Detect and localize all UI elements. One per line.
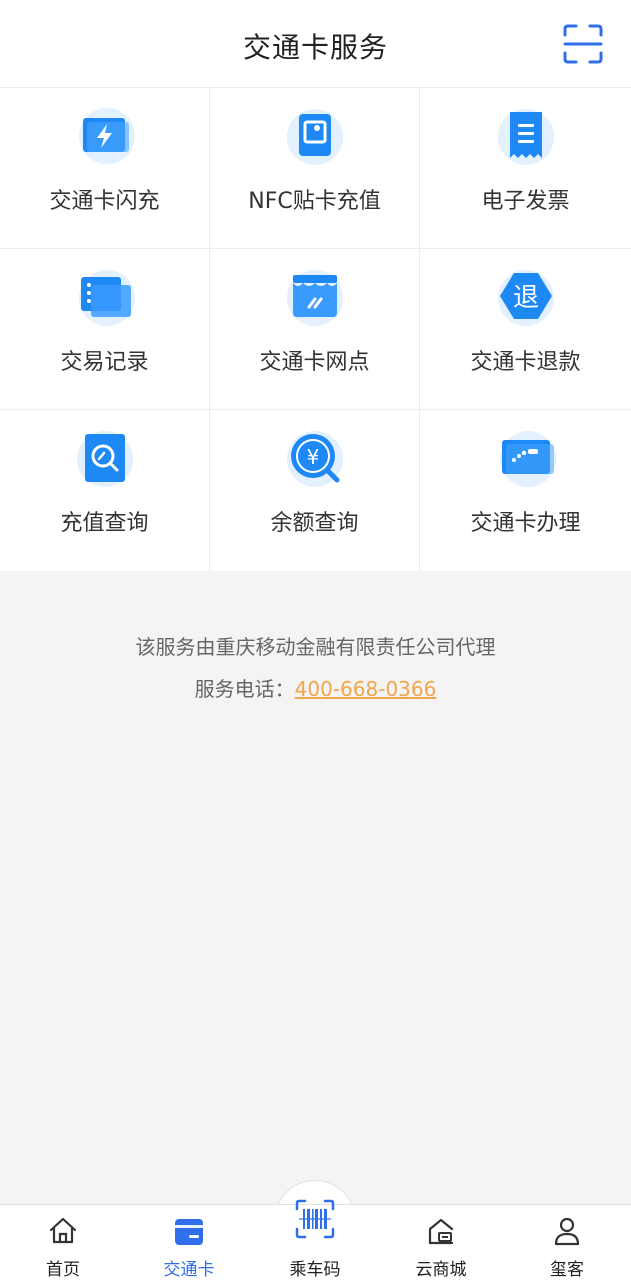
service-balance-query[interactable]: ¥ 余额查询 [210,410,420,571]
agent-text: 该服务由重庆移动金融有限责任公司代理 [135,635,496,659]
service-label: 交通卡退款 [470,350,581,375]
shop-icon [428,1218,454,1245]
bottom-tab-bar: 首页 交通卡 乘车码 云商城 玺客 [0,1199,631,1280]
store-icon [286,270,343,326]
service-label: NFC贴卡充值 [248,189,381,214]
user-icon [554,1217,580,1246]
service-transaction-record[interactable]: 交易记录 [0,249,210,410]
service-phone-line: 服务电话：400-668-0366 [0,668,631,710]
service-card-refund[interactable]: 退 交通卡退款 [420,249,631,410]
home-icon [49,1217,77,1244]
service-label: 交易记录 [60,350,149,375]
header: 交通卡服务 [0,0,631,88]
tab-home[interactable]: 首页 [13,1205,113,1280]
tab-label: 交通卡 [163,1260,215,1280]
search-document-icon [76,431,133,487]
tab-ride-code[interactable]: 乘车码 [265,1199,365,1280]
service-grid: 交通卡闪充 NFC贴卡充值 电子发票 交易记录 交通卡网点 退 交通卡退款 充值… [0,88,631,571]
service-e-invoice[interactable]: 电子发票 [420,88,631,249]
scan-icon[interactable] [562,23,604,65]
tab-cloud-mall[interactable]: 云商城 [391,1205,491,1280]
page-title: 交通卡服务 [242,31,388,64]
service-label: 交通卡闪充 [49,189,160,214]
refund-icon: 退 [497,270,554,326]
service-label: 充值查询 [60,511,149,536]
phone-label: 服务电话： [194,677,295,701]
service-label: 交通卡网点 [259,350,370,375]
tab-label: 玺客 [550,1260,584,1280]
service-card-outlet[interactable]: 交通卡网点 [210,249,420,410]
card-icon [175,1219,203,1245]
svg-text:¥: ¥ [306,445,319,469]
phone-number-link[interactable]: 400-668-0366 [295,677,437,701]
tab-label: 首页 [46,1260,80,1280]
nfc-card-icon [286,109,343,165]
tab-transit-card[interactable]: 交通卡 [139,1205,239,1280]
service-card-apply[interactable]: 交通卡办理 [420,410,631,571]
service-label: 交通卡办理 [470,511,581,536]
svg-text:退: 退 [512,283,538,313]
agent-info: 该服务由重庆移动金融有限责任公司代理 服务电话：400-668-0366 [0,626,631,710]
service-label: 余额查询 [270,511,359,536]
lightning-card-icon [78,108,135,164]
service-card-quick-topup[interactable]: 交通卡闪充 [0,88,210,249]
yuan-search-icon: ¥ [286,431,343,487]
barcode-scan-icon [295,1199,335,1239]
tab-label: 云商城 [415,1260,467,1280]
tab-xike[interactable]: 玺客 [517,1205,617,1280]
service-label: 电子发票 [481,189,570,214]
service-nfc-topup[interactable]: NFC贴卡充值 [210,88,420,249]
invoice-icon [497,109,554,165]
service-topup-query[interactable]: 充值查询 [0,410,210,571]
tab-label: 乘车码 [289,1260,341,1280]
record-list-icon [78,270,135,326]
card-apply-icon [499,431,556,487]
